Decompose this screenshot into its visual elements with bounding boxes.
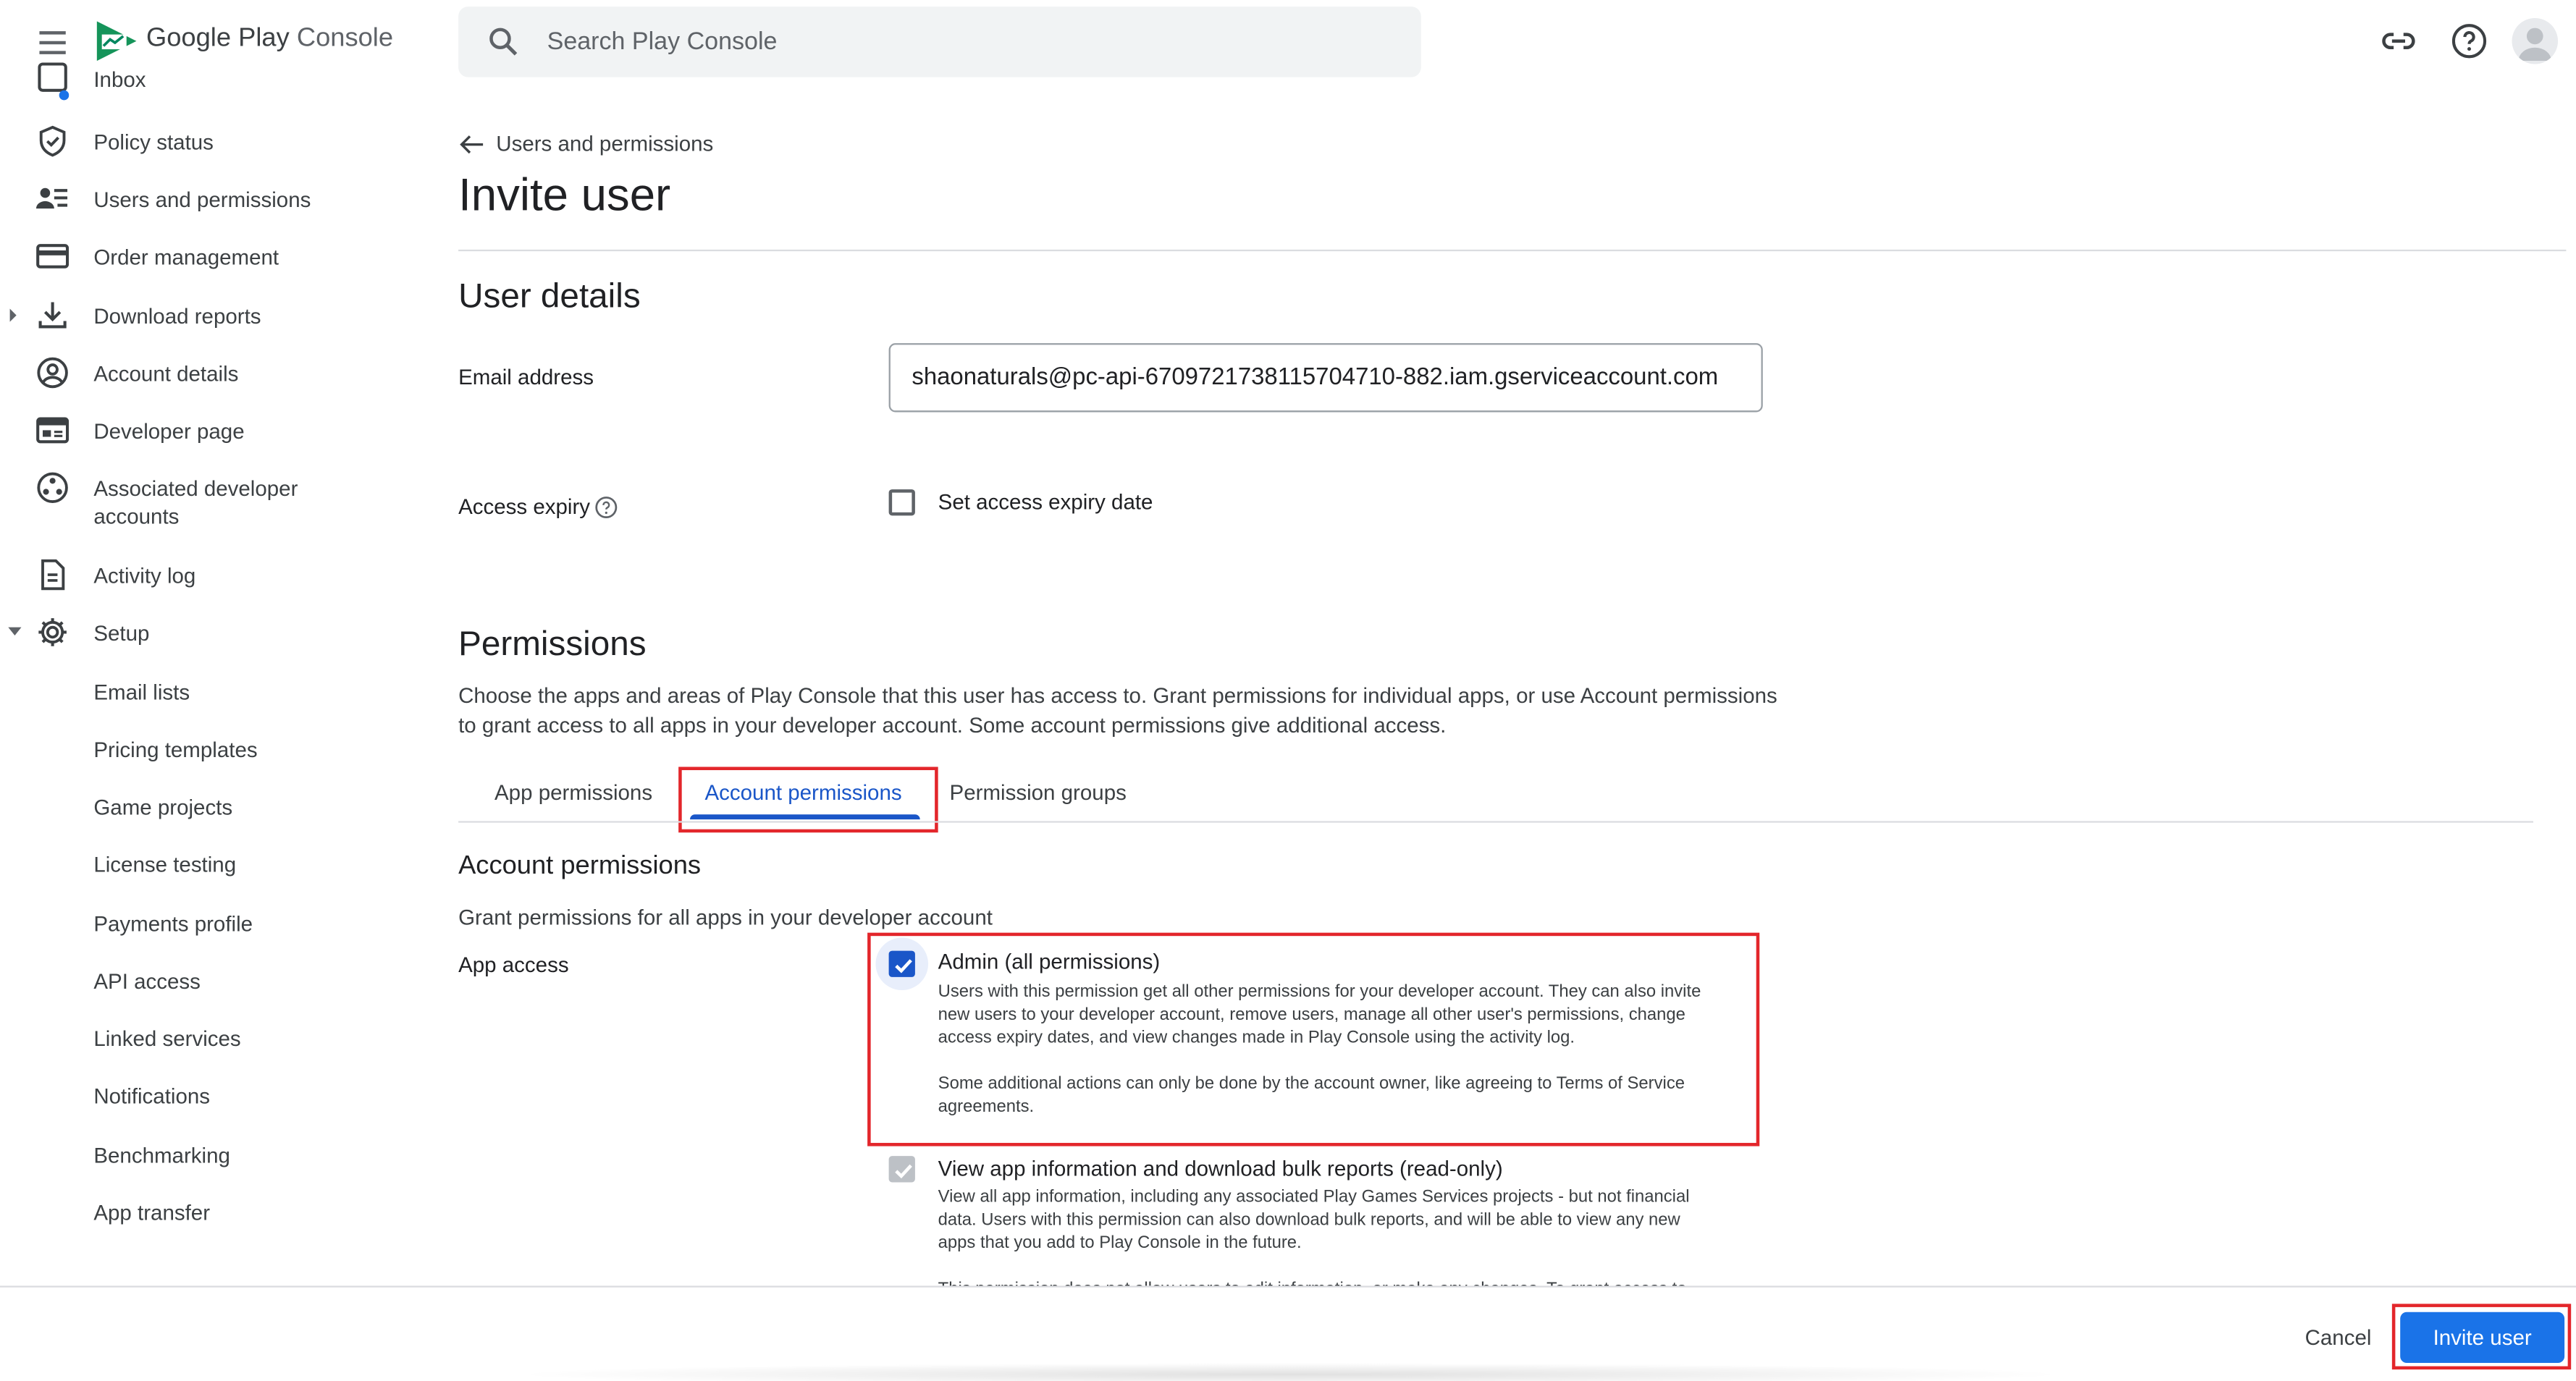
link-icon[interactable] [2379,21,2418,60]
app-brand[interactable]: Google Play Console [146,25,393,54]
search-bar[interactable] [458,7,1421,77]
title-divider [458,249,2567,252]
checkmark-icon [895,1164,912,1179]
sidebar-subitem-license-testing[interactable]: License testing [0,837,395,890]
sidebar-item-label: Email lists [93,680,190,705]
access-expiry-checkbox-label: Set access expiry date [938,489,1153,515]
credit-card-icon [36,240,70,272]
tabs-divider [458,821,2533,823]
sidebar-item-label: Game projects [93,795,233,820]
access-expiry-checkbox[interactable] [888,489,915,516]
inbox-icon [36,59,70,101]
sidebar-item-label: Users and permissions [93,187,311,212]
permissions-description-line-2: to grant access to all apps in your deve… [458,712,1447,738]
app-access-label: App access [458,952,569,977]
sidebar-item-policy-status[interactable]: Policy status [0,115,395,168]
search-icon [488,26,519,57]
users-list-icon [35,182,69,215]
sidebar-subitem-linked-services[interactable]: Linked services [0,1012,395,1065]
download-icon [36,299,69,331]
sidebar-item-label: Setup [93,620,150,646]
email-field[interactable] [888,343,1763,413]
sidebar-item-label: Linked services [93,1026,241,1051]
info-help-icon[interactable] [594,496,618,519]
search-input[interactable] [547,7,1369,77]
sidebar-subitem-api-access[interactable]: API access [0,954,395,1007]
scroll-shadow [509,1363,2071,1381]
sidebar-subitem-pricing-templates[interactable]: Pricing templates [0,722,395,775]
view-app-info-desc-line-2: data. Users with this permission can als… [938,1210,1680,1230]
brand-suffix: Console [296,25,394,53]
sidebar-subitem-payments-profile[interactable]: Payments profile [0,897,395,950]
sidebar-item-order-management[interactable]: Order management [0,230,395,283]
sidebar-subitem-notifications[interactable]: Notifications [0,1069,395,1122]
sidebar-item-users-and-permissions[interactable]: Users and permissions [0,172,395,225]
back-link-label: Users and permissions [496,131,714,156]
sidebar-item-associated-developer-accounts[interactable]: Associated developer accounts [0,462,395,537]
sidebar-item-label: Order management [93,245,279,270]
web-page-icon [36,414,70,447]
highlight-box-admin-permission [867,932,1760,1146]
permissions-heading: Permissions [458,625,647,664]
sidebar-item-label: Associated developer accounts [93,476,298,529]
access-expiry-label: Access expiry [458,494,591,519]
shield-check-icon [36,124,69,157]
sidebar-item-label: API access [93,968,201,994]
sidebar-item-label: Payments profile [93,911,253,937]
sidebar-item-label: Inbox [93,67,146,93]
sidebar-item-label: App transfer [93,1200,211,1225]
permissions-description-line-1: Choose the apps and areas of Play Consol… [458,683,1777,708]
sidebar-item-account-details[interactable]: Account details [0,347,395,400]
account-permissions-description: Grant permissions for all apps in your d… [458,905,993,930]
collapse-arrow-icon[interactable] [7,625,23,638]
sidebar-item-label: Notifications [93,1084,211,1109]
sidebar-item-label: Activity log [93,563,196,588]
account-circle-icon [36,356,69,389]
view-app-info-checkbox[interactable] [888,1156,915,1183]
sidebar-subitem-email-lists[interactable]: Email lists [0,665,395,718]
user-details-heading: User details [458,277,641,316]
sidebar-item-label: Account details [93,361,239,387]
view-app-info-title: View app information and download bulk r… [938,1156,1503,1181]
sidebar-item-activity-log[interactable]: Activity log [0,549,395,601]
email-label: Email address [458,364,594,389]
view-app-info-desc-line-1: View all app information, including any … [938,1187,1690,1207]
gear-icon [36,616,69,649]
sidebar-item-label: Benchmarking [93,1143,230,1168]
sidebar-item-setup[interactable]: Setup [0,606,395,659]
page-title: Invite user [458,169,671,221]
sidebar-item-label: Developer page [93,418,245,444]
play-console-page: Google Play Console Inbox Policy status … [0,0,2576,1381]
document-icon [36,558,69,591]
sidebar-item-label: Pricing templates [93,737,258,762]
tab-label: Permission groups [949,780,1127,805]
sidebar-subitem-game-projects[interactable]: Game projects [0,780,395,833]
sidebar-subitem-app-transfer[interactable]: App transfer [0,1186,395,1238]
sidebar-item-download-reports[interactable]: Download reports [0,289,395,342]
sidebar-item-label: Policy status [93,130,214,155]
cancel-button[interactable]: Cancel [2295,1315,2381,1358]
sidebar-item-label: Download reports [93,303,261,329]
sidebar-item-inbox[interactable]: Inbox [0,59,395,102]
arrow-back-icon [458,133,484,156]
account-permissions-heading: Account permissions [458,852,702,881]
linked-accounts-icon [36,471,69,504]
view-app-info-desc-line-3: apps that you add to Play Console in the… [938,1233,1302,1254]
sidebar-subitem-benchmarking[interactable]: Benchmarking [0,1128,395,1181]
avatar[interactable] [2512,17,2559,64]
help-icon[interactable] [2449,21,2488,60]
highlight-box-invite-button [2391,1304,2572,1370]
sidebar-item-label: License testing [93,852,237,877]
brand-prefix: Google Play [146,25,290,53]
play-console-logo-icon [93,18,140,64]
expand-arrow-icon[interactable] [7,305,20,325]
sidebar-item-developer-page[interactable]: Developer page [0,404,395,457]
tab-label: App permissions [494,780,653,805]
